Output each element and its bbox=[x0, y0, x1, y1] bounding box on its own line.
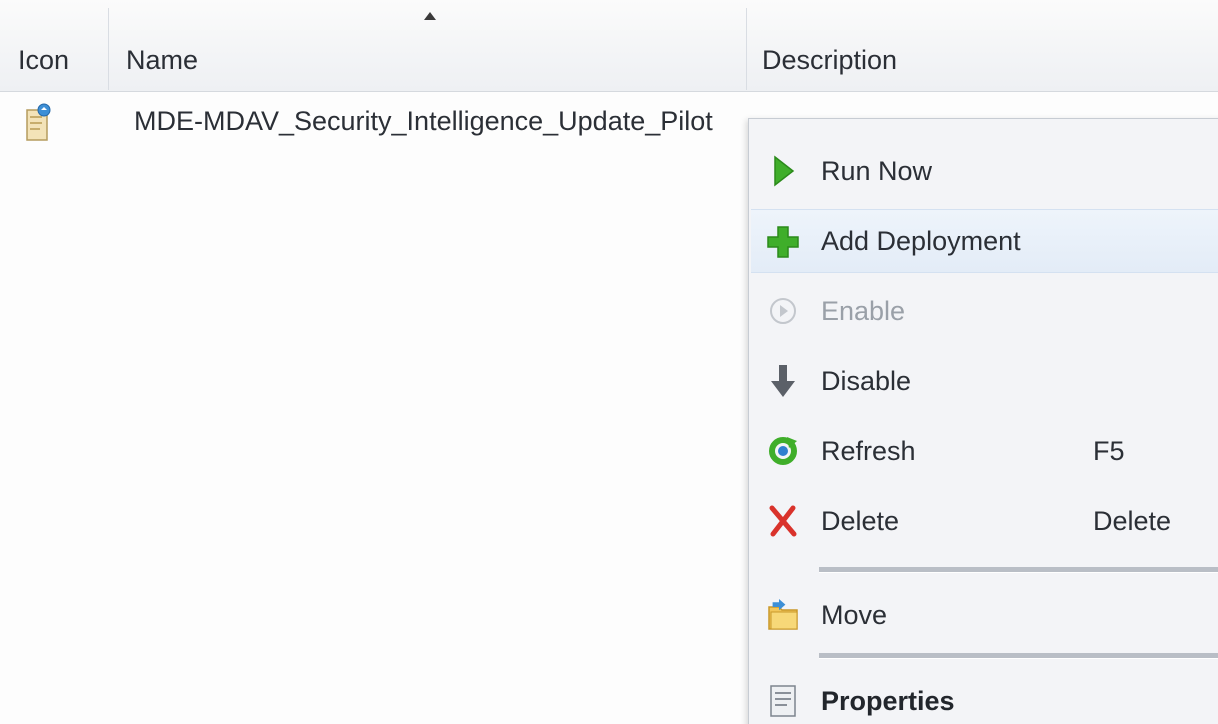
column-header-bar: Icon Name Description bbox=[0, 0, 1218, 92]
column-header-description-label: Description bbox=[762, 44, 898, 75]
move-icon bbox=[768, 599, 798, 630]
context-menu: Run Now Add Deployment Enable Disable Re… bbox=[748, 118, 1218, 724]
menu-item-label: Run Now bbox=[821, 155, 933, 186]
refresh-icon bbox=[769, 437, 797, 465]
menu-item-shortcut: F5 bbox=[1093, 435, 1125, 466]
menu-item-enable[interactable]: Enable bbox=[751, 279, 1218, 343]
menu-item-run-now[interactable]: Run Now bbox=[751, 139, 1218, 203]
menu-item-label: Enable bbox=[821, 295, 906, 326]
menu-item-delete[interactable]: Delete Delete bbox=[751, 489, 1218, 553]
column-header-name-label: Name bbox=[126, 44, 199, 75]
column-header-icon-label: Icon bbox=[18, 44, 70, 75]
menu-separator bbox=[819, 567, 1218, 573]
task-sequence-icon bbox=[26, 103, 51, 141]
enable-icon bbox=[770, 298, 796, 324]
disable-icon bbox=[771, 365, 795, 397]
sort-ascending-icon bbox=[424, 12, 436, 20]
menu-item-label: Properties bbox=[821, 685, 955, 716]
menu-item-properties[interactable]: Properties bbox=[751, 669, 1218, 724]
table-row[interactable]: MDE-MDAV_Security_Intelligence_Update_Pi… bbox=[0, 96, 740, 154]
row-name: MDE-MDAV_Security_Intelligence_Update_Pi… bbox=[134, 106, 713, 136]
menu-item-add-deployment[interactable]: Add Deployment bbox=[751, 209, 1218, 273]
menu-item-label: Delete bbox=[821, 505, 900, 536]
menu-item-label: Add Deployment bbox=[821, 225, 1021, 256]
column-header-description[interactable]: Description bbox=[746, 0, 1218, 92]
menu-item-move[interactable]: Move bbox=[751, 583, 1218, 647]
console-list-view: Icon Name Description MDE-MDAV_Security_… bbox=[0, 0, 1218, 724]
delete-icon bbox=[769, 505, 797, 537]
add-deployment-icon bbox=[767, 226, 799, 258]
menu-item-label: Move bbox=[821, 599, 888, 630]
column-header-icon[interactable]: Icon bbox=[0, 0, 108, 92]
menu-item-disable[interactable]: Disable bbox=[751, 349, 1218, 413]
menu-item-label: Disable bbox=[821, 365, 912, 396]
menu-separator bbox=[819, 653, 1218, 659]
menu-item-refresh[interactable]: Refresh F5 bbox=[751, 419, 1218, 483]
menu-item-shortcut: Delete bbox=[1093, 505, 1172, 536]
menu-item-label: Refresh bbox=[821, 435, 916, 466]
run-now-icon bbox=[774, 155, 795, 187]
properties-icon bbox=[770, 685, 796, 717]
